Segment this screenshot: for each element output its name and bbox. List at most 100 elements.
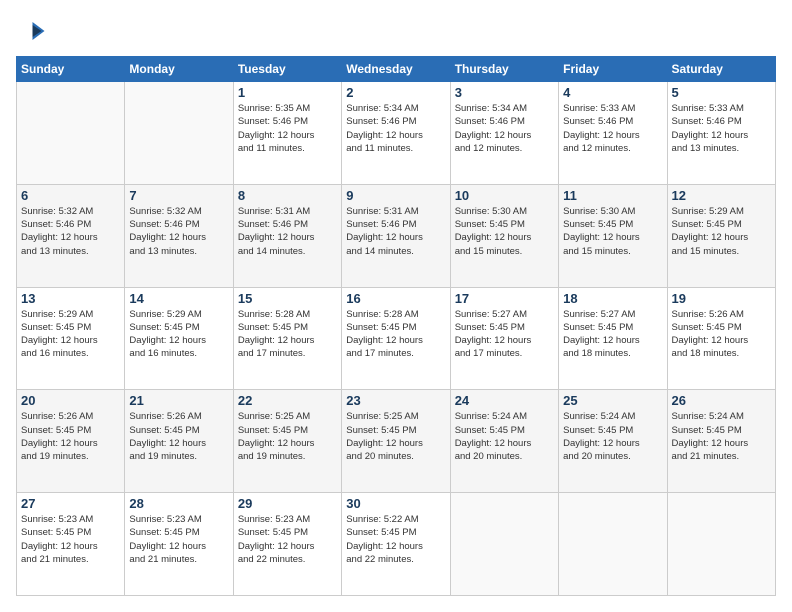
day-detail: Sunrise: 5:22 AM Sunset: 5:45 PM Dayligh… [346, 513, 445, 566]
day-number: 23 [346, 393, 445, 408]
day-number: 22 [238, 393, 337, 408]
day-detail: Sunrise: 5:27 AM Sunset: 5:45 PM Dayligh… [455, 308, 554, 361]
day-detail: Sunrise: 5:33 AM Sunset: 5:46 PM Dayligh… [563, 102, 662, 155]
day-detail: Sunrise: 5:35 AM Sunset: 5:46 PM Dayligh… [238, 102, 337, 155]
calendar-cell: 18Sunrise: 5:27 AM Sunset: 5:45 PM Dayli… [559, 287, 667, 390]
calendar-week-row: 27 Sunrise: 5:23 AM Sunset: 5:45 PM Dayli… [17, 493, 776, 596]
calendar-cell: 30 Sunrise: 5:22 AM Sunset: 5:45 PM Dayli… [342, 493, 450, 596]
day-number: 18 [563, 291, 662, 306]
day-detail: Sunrise: 5:28 AM Sunset: 5:45 PM Dayligh… [346, 308, 445, 361]
day-detail: Sunrise: 5:25 AM Sunset: 5:45 PM Dayligh… [346, 410, 445, 463]
calendar-cell: 6 Sunrise: 5:32 AM Sunset: 5:46 PM Daylig… [17, 184, 125, 287]
calendar-cell: 17 Sunrise: 5:27 AM Sunset: 5:45 PM Dayli… [450, 287, 558, 390]
calendar-cell: 2Sunrise: 5:34 AM Sunset: 5:46 PM Daylig… [342, 82, 450, 185]
weekday-header: Saturday [667, 57, 775, 82]
day-number: 14 [129, 291, 228, 306]
calendar-cell [17, 82, 125, 185]
day-detail: Sunrise: 5:34 AM Sunset: 5:46 PM Dayligh… [455, 102, 554, 155]
logo-icon [16, 16, 46, 46]
day-number: 13 [21, 291, 120, 306]
weekday-header: Friday [559, 57, 667, 82]
calendar-cell: 4 Sunrise: 5:33 AM Sunset: 5:46 PM Daylig… [559, 82, 667, 185]
day-number: 25 [563, 393, 662, 408]
day-number: 8 [238, 188, 337, 203]
day-detail: Sunrise: 5:32 AM Sunset: 5:46 PM Dayligh… [21, 205, 120, 258]
calendar-cell: 8 Sunrise: 5:31 AM Sunset: 5:46 PM Daylig… [233, 184, 341, 287]
calendar-cell [450, 493, 558, 596]
weekday-header: Sunday [17, 57, 125, 82]
page: SundayMondayTuesdayWednesdayThursdayFrid… [0, 0, 792, 612]
calendar-cell [125, 82, 233, 185]
calendar-cell: 10 Sunrise: 5:30 AM Sunset: 5:45 PM Dayli… [450, 184, 558, 287]
weekday-header: Monday [125, 57, 233, 82]
day-detail: Sunrise: 5:26 AM Sunset: 5:45 PM Dayligh… [129, 410, 228, 463]
day-number: 3 [455, 85, 554, 100]
day-number: 11 [563, 188, 662, 203]
day-number: 6 [21, 188, 120, 203]
day-detail: Sunrise: 5:28 AM Sunset: 5:45 PM Dayligh… [238, 308, 337, 361]
day-detail: Sunrise: 5:30 AM Sunset: 5:45 PM Dayligh… [455, 205, 554, 258]
day-detail: Sunrise: 5:32 AM Sunset: 5:46 PM Dayligh… [129, 205, 228, 258]
calendar-cell: 23 Sunrise: 5:25 AM Sunset: 5:45 PM Dayli… [342, 390, 450, 493]
day-number: 29 [238, 496, 337, 511]
day-detail: Sunrise: 5:23 AM Sunset: 5:45 PM Dayligh… [21, 513, 120, 566]
day-number: 4 [563, 85, 662, 100]
calendar-cell: 7Sunrise: 5:32 AM Sunset: 5:46 PM Daylig… [125, 184, 233, 287]
day-detail: Sunrise: 5:29 AM Sunset: 5:45 PM Dayligh… [672, 205, 771, 258]
calendar-cell: 22Sunrise: 5:25 AM Sunset: 5:45 PM Dayli… [233, 390, 341, 493]
day-detail: Sunrise: 5:29 AM Sunset: 5:45 PM Dayligh… [21, 308, 120, 361]
day-number: 16 [346, 291, 445, 306]
day-detail: Sunrise: 5:29 AM Sunset: 5:45 PM Dayligh… [129, 308, 228, 361]
calendar-cell: 3 Sunrise: 5:34 AM Sunset: 5:46 PM Daylig… [450, 82, 558, 185]
weekday-header: Thursday [450, 57, 558, 82]
day-detail: Sunrise: 5:23 AM Sunset: 5:45 PM Dayligh… [129, 513, 228, 566]
calendar-table: SundayMondayTuesdayWednesdayThursdayFrid… [16, 56, 776, 596]
day-detail: Sunrise: 5:30 AM Sunset: 5:45 PM Dayligh… [563, 205, 662, 258]
calendar-cell: 25 Sunrise: 5:24 AM Sunset: 5:45 PM Dayli… [559, 390, 667, 493]
day-number: 10 [455, 188, 554, 203]
day-number: 28 [129, 496, 228, 511]
calendar-cell: 13 Sunrise: 5:29 AM Sunset: 5:45 PM Dayli… [17, 287, 125, 390]
day-number: 17 [455, 291, 554, 306]
day-number: 21 [129, 393, 228, 408]
calendar-cell: 16 Sunrise: 5:28 AM Sunset: 5:45 PM Dayli… [342, 287, 450, 390]
calendar-cell: 1Sunrise: 5:35 AM Sunset: 5:46 PM Daylig… [233, 82, 341, 185]
day-number: 2 [346, 85, 445, 100]
day-detail: Sunrise: 5:23 AM Sunset: 5:45 PM Dayligh… [238, 513, 337, 566]
day-detail: Sunrise: 5:26 AM Sunset: 5:45 PM Dayligh… [21, 410, 120, 463]
calendar-week-row: 13 Sunrise: 5:29 AM Sunset: 5:45 PM Dayli… [17, 287, 776, 390]
weekday-header: Wednesday [342, 57, 450, 82]
header [16, 16, 776, 46]
day-number: 12 [672, 188, 771, 203]
calendar-cell [559, 493, 667, 596]
day-number: 24 [455, 393, 554, 408]
day-number: 5 [672, 85, 771, 100]
day-detail: Sunrise: 5:24 AM Sunset: 5:45 PM Dayligh… [455, 410, 554, 463]
calendar-cell: 24 Sunrise: 5:24 AM Sunset: 5:45 PM Dayli… [450, 390, 558, 493]
calendar-week-row: 1Sunrise: 5:35 AM Sunset: 5:46 PM Daylig… [17, 82, 776, 185]
calendar-cell: 9 Sunrise: 5:31 AM Sunset: 5:46 PM Daylig… [342, 184, 450, 287]
calendar-cell: 28 Sunrise: 5:23 AM Sunset: 5:45 PM Dayli… [125, 493, 233, 596]
day-detail: Sunrise: 5:24 AM Sunset: 5:45 PM Dayligh… [563, 410, 662, 463]
day-detail: Sunrise: 5:33 AM Sunset: 5:46 PM Dayligh… [672, 102, 771, 155]
day-detail: Sunrise: 5:24 AM Sunset: 5:45 PM Dayligh… [672, 410, 771, 463]
calendar-cell: 27 Sunrise: 5:23 AM Sunset: 5:45 PM Dayli… [17, 493, 125, 596]
day-number: 30 [346, 496, 445, 511]
day-number: 9 [346, 188, 445, 203]
calendar-cell: 20 Sunrise: 5:26 AM Sunset: 5:45 PM Dayli… [17, 390, 125, 493]
day-detail: Sunrise: 5:26 AM Sunset: 5:45 PM Dayligh… [672, 308, 771, 361]
calendar-header-row: SundayMondayTuesdayWednesdayThursdayFrid… [17, 57, 776, 82]
calendar-cell: 11 Sunrise: 5:30 AM Sunset: 5:45 PM Dayli… [559, 184, 667, 287]
day-number: 27 [21, 496, 120, 511]
calendar-cell [667, 493, 775, 596]
calendar-cell: 12 Sunrise: 5:29 AM Sunset: 5:45 PM Dayli… [667, 184, 775, 287]
calendar-week-row: 20 Sunrise: 5:26 AM Sunset: 5:45 PM Dayli… [17, 390, 776, 493]
day-detail: Sunrise: 5:31 AM Sunset: 5:46 PM Dayligh… [238, 205, 337, 258]
day-number: 15 [238, 291, 337, 306]
calendar-cell: 19 Sunrise: 5:26 AM Sunset: 5:45 PM Dayli… [667, 287, 775, 390]
day-number: 20 [21, 393, 120, 408]
day-number: 19 [672, 291, 771, 306]
calendar-cell: 21 Sunrise: 5:26 AM Sunset: 5:45 PM Dayli… [125, 390, 233, 493]
day-detail: Sunrise: 5:31 AM Sunset: 5:46 PM Dayligh… [346, 205, 445, 258]
day-number: 26 [672, 393, 771, 408]
